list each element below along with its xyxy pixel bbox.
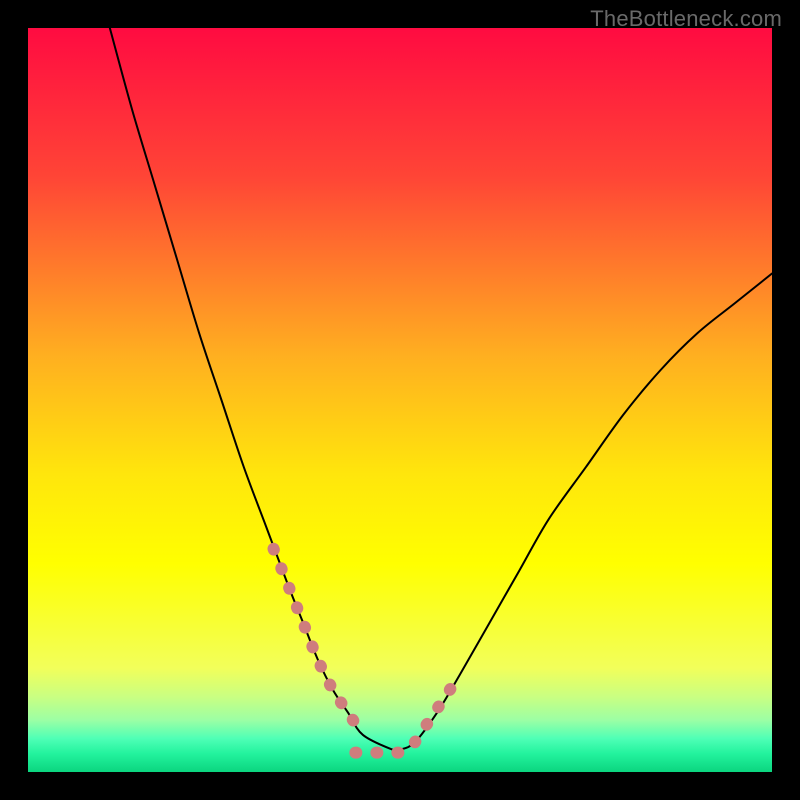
watermark-text: TheBottleneck.com <box>590 6 782 32</box>
chart-container: TheBottleneck.com <box>0 0 800 800</box>
chart-background-gradient <box>28 28 772 772</box>
chart-plot-area <box>28 28 772 772</box>
chart-svg <box>28 28 772 772</box>
